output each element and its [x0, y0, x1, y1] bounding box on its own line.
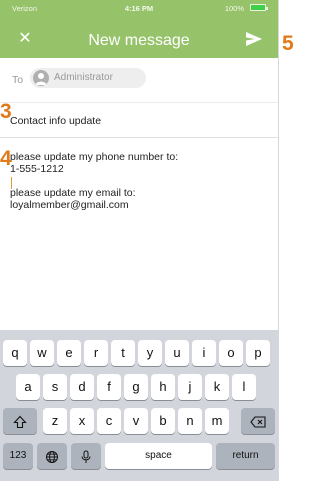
key-r[interactable]: r	[84, 340, 108, 366]
callout-3: 3	[0, 100, 12, 123]
message-line: loyalmember@gmail.com	[10, 199, 129, 211]
message-line: please update my email to:	[10, 187, 136, 199]
status-bar: Verizon 4:16 PM 100%	[0, 0, 278, 16]
key-j[interactable]: j	[178, 374, 202, 400]
key-v[interactable]: v	[124, 408, 148, 434]
key-c[interactable]: c	[97, 408, 121, 434]
callout-5: 5	[282, 32, 294, 55]
key-a[interactable]: a	[16, 374, 40, 400]
key-p[interactable]: p	[246, 340, 270, 366]
key-d[interactable]: d	[70, 374, 94, 400]
subject-text: Contact info update	[10, 115, 102, 127]
key-o[interactable]: o	[219, 340, 243, 366]
key-w[interactable]: w	[30, 340, 54, 366]
numbers-key[interactable]: 123	[3, 443, 33, 469]
phone-screen: Verizon 4:16 PM 100% ✕ New message To Ad…	[0, 0, 279, 481]
key-k[interactable]: k	[205, 374, 229, 400]
battery-percent: 100%	[224, 4, 244, 13]
key-i[interactable]: i	[192, 340, 216, 366]
key-h[interactable]: h	[151, 374, 175, 400]
key-m[interactable]: m	[205, 408, 229, 434]
keyboard: q w e r t y u i o p a s d f g h j k l z …	[0, 330, 278, 481]
recipient-name: Administrator	[54, 72, 113, 83]
key-f[interactable]: f	[97, 374, 121, 400]
callout-4: 4	[0, 147, 12, 170]
to-label: To	[12, 74, 24, 86]
key-n[interactable]: n	[178, 408, 202, 434]
key-g[interactable]: g	[124, 374, 148, 400]
key-z[interactable]: z	[43, 408, 67, 434]
subject-field[interactable]: Contact info update	[0, 103, 278, 138]
recipient-chip[interactable]: Administrator	[30, 68, 146, 88]
message-body[interactable]: please update my phone number to: 1-555-…	[10, 151, 266, 211]
message-line	[10, 175, 266, 187]
app-header: Verizon 4:16 PM 100% ✕ New message	[0, 0, 278, 58]
key-x[interactable]: x	[70, 408, 94, 434]
microphone-icon[interactable]	[71, 443, 101, 469]
avatar-icon	[33, 70, 49, 86]
message-line: please update my phone number to:	[10, 151, 179, 163]
key-b[interactable]: b	[151, 408, 175, 434]
key-t[interactable]: t	[111, 340, 135, 366]
shift-icon[interactable]	[3, 408, 37, 434]
text-cursor	[11, 177, 12, 189]
message-line: 1-555-1212	[10, 163, 64, 175]
backspace-icon[interactable]	[241, 408, 275, 434]
key-l[interactable]: l	[232, 374, 256, 400]
battery-icon	[250, 4, 268, 11]
key-y[interactable]: y	[138, 340, 162, 366]
key-e[interactable]: e	[57, 340, 81, 366]
title-bar: ✕ New message	[0, 24, 278, 54]
to-field[interactable]: To Administrator	[0, 58, 278, 103]
key-u[interactable]: u	[165, 340, 189, 366]
space-key[interactable]: space	[105, 443, 212, 469]
return-key[interactable]: return	[216, 443, 275, 469]
send-icon[interactable]	[244, 30, 264, 48]
key-q[interactable]: q	[3, 340, 27, 366]
page-title: New message	[88, 32, 190, 49]
key-s[interactable]: s	[43, 374, 67, 400]
globe-icon[interactable]	[37, 443, 67, 469]
